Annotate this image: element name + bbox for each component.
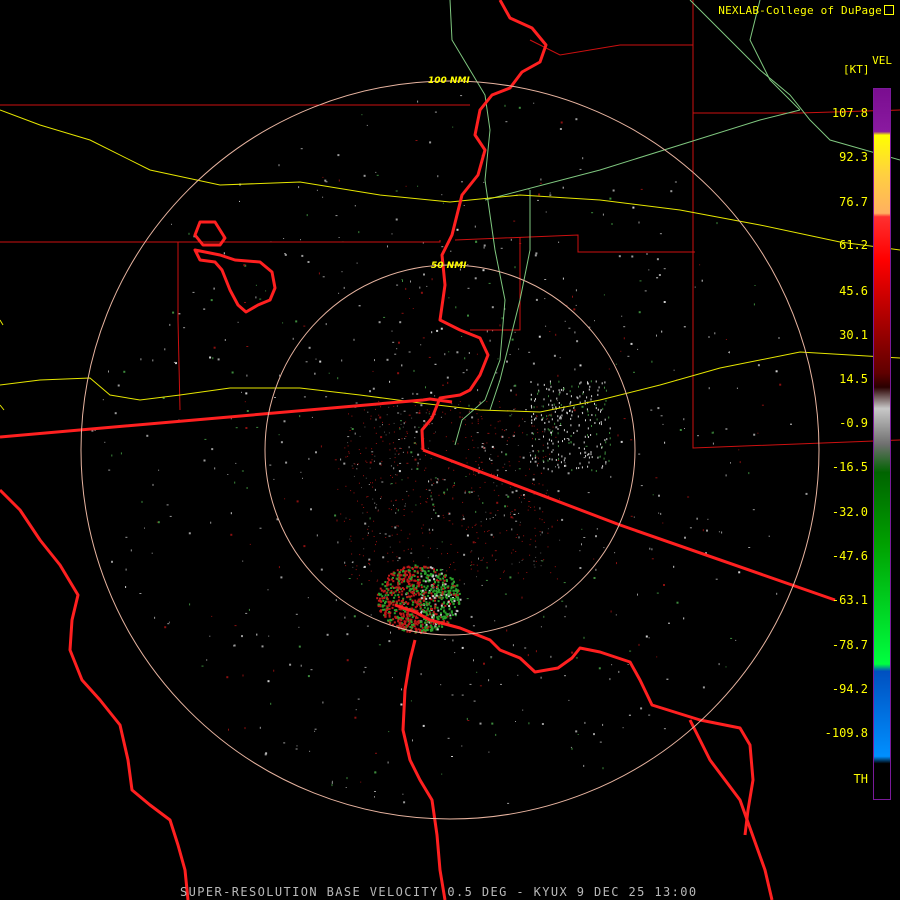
state-borders bbox=[0, 0, 836, 900]
legend-tick: -94.2 bbox=[831, 682, 868, 696]
legend-tick: TH bbox=[853, 772, 868, 786]
legend-tick: 14.5 bbox=[839, 372, 868, 386]
credit-text: NEXLAB-College of DuPage bbox=[718, 4, 882, 17]
nexlab-credit[interactable]: NEXLAB-College of DuPage bbox=[718, 4, 894, 17]
radar-echoes bbox=[91, 95, 808, 804]
legend-title: VEL bbox=[872, 54, 892, 67]
legend-tick: 30.1 bbox=[839, 328, 868, 342]
legend-tick: -47.6 bbox=[831, 549, 868, 563]
legend-tick: 107.8 bbox=[831, 106, 868, 120]
velocity-color-scale bbox=[873, 88, 891, 800]
product-caption: SUPER-RESOLUTION BASE VELOCITY 0.5 DEG -… bbox=[180, 885, 698, 899]
legend-tick: -16.5 bbox=[831, 460, 868, 474]
range-rings bbox=[80, 80, 820, 820]
legend-tick: -78.7 bbox=[831, 638, 868, 652]
legend-tick: 45.6 bbox=[839, 284, 868, 298]
legend-tick: -109.8 bbox=[824, 726, 868, 740]
county-lines bbox=[0, 0, 900, 449]
ring-100nmi bbox=[80, 80, 820, 820]
ring-label-100: 100 NMI bbox=[428, 76, 470, 86]
legend-tick: -32.0 bbox=[831, 505, 868, 519]
ring-label-50: 50 NMI bbox=[431, 261, 467, 271]
external-link-icon bbox=[884, 5, 894, 15]
legend-tick: 76.7 bbox=[839, 195, 868, 209]
legend-tick: -0.9 bbox=[839, 416, 868, 430]
legend-unit: [KT] bbox=[843, 63, 870, 76]
radar-map: 100 NMI 50 NMI bbox=[0, 0, 900, 900]
legend-tick: -63.1 bbox=[831, 593, 868, 607]
legend-tick: 92.3 bbox=[839, 150, 868, 164]
legend-tick: 61.2 bbox=[839, 238, 868, 252]
ring-50nmi bbox=[264, 264, 636, 636]
